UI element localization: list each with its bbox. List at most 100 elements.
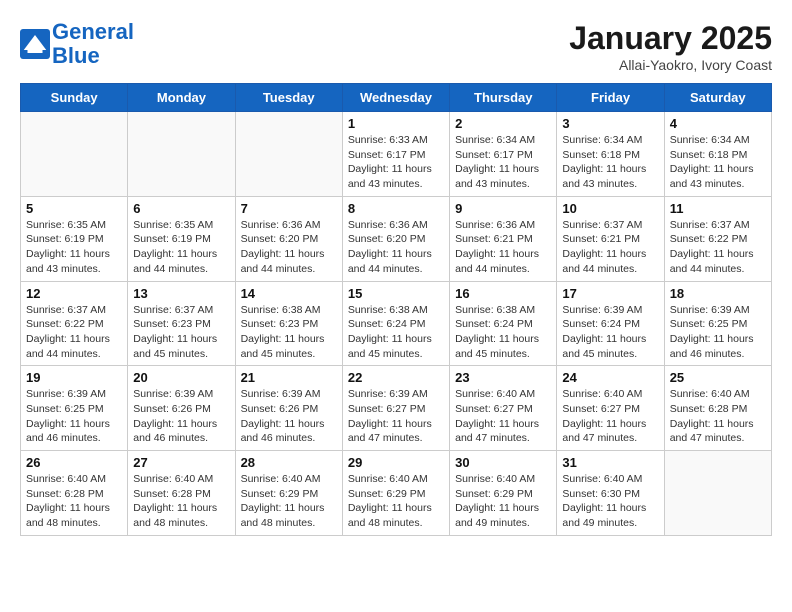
day-number: 8 [348, 201, 444, 216]
calendar-day [664, 451, 771, 536]
calendar-day: 11 Sunrise: 6:37 AM Sunset: 6:22 PM Dayli… [664, 196, 771, 281]
day-info: Sunrise: 6:35 AM Sunset: 6:19 PM Dayligh… [133, 218, 229, 277]
calendar-day: 12 Sunrise: 6:37 AM Sunset: 6:22 PM Dayli… [21, 281, 128, 366]
calendar-day: 5Sunrise: 6:35 AM Sunset: 6:19 PM Daylig… [21, 196, 128, 281]
logo-text: General Blue [52, 20, 134, 68]
day-info: Sunrise: 6:37 AM Sunset: 6:22 PM Dayligh… [670, 218, 766, 277]
day-number: 6 [133, 201, 229, 216]
page: General Blue January 2025 Allai-Yaokro, … [0, 0, 792, 546]
day-info: Sunrise: 6:36 AM Sunset: 6:20 PM Dayligh… [241, 218, 337, 277]
day-number: 15 [348, 286, 444, 301]
day-info: Sunrise: 6:40 AM Sunset: 6:29 PM Dayligh… [348, 472, 444, 531]
calendar-title: January 2025 [569, 20, 772, 57]
calendar-day: 19 Sunrise: 6:39 AM Sunset: 6:25 PM Dayli… [21, 366, 128, 451]
day-header: Thursday [450, 84, 557, 112]
day-info: Sunrise: 6:40 AM Sunset: 6:28 PM Dayligh… [133, 472, 229, 531]
day-number: 24 [562, 370, 658, 385]
day-info: Sunrise: 6:39 AM Sunset: 6:25 PM Dayligh… [26, 387, 122, 446]
calendar-day: 23 Sunrise: 6:40 AM Sunset: 6:27 PM Dayli… [450, 366, 557, 451]
logo: General Blue [20, 20, 134, 68]
day-info: Sunrise: 6:39 AM Sunset: 6:24 PM Dayligh… [562, 303, 658, 362]
day-number: 30 [455, 455, 551, 470]
day-number: 25 [670, 370, 766, 385]
day-number: 2 [455, 116, 551, 131]
day-info: Sunrise: 6:33 AM Sunset: 6:17 PM Dayligh… [348, 133, 444, 192]
day-number: 27 [133, 455, 229, 470]
calendar-day: 15 Sunrise: 6:38 AM Sunset: 6:24 PM Dayli… [342, 281, 449, 366]
day-info: Sunrise: 6:34 AM Sunset: 6:18 PM Dayligh… [562, 133, 658, 192]
calendar-day: 30Sunrise: 6:40 AM Sunset: 6:29 PM Dayli… [450, 451, 557, 536]
day-number: 14 [241, 286, 337, 301]
day-info: Sunrise: 6:40 AM Sunset: 6:27 PM Dayligh… [455, 387, 551, 446]
day-info: Sunrise: 6:37 AM Sunset: 6:21 PM Dayligh… [562, 218, 658, 277]
calendar-day: 3 Sunrise: 6:34 AM Sunset: 6:18 PM Daylig… [557, 112, 664, 197]
day-info: Sunrise: 6:40 AM Sunset: 6:28 PM Dayligh… [26, 472, 122, 531]
day-info: Sunrise: 6:40 AM Sunset: 6:29 PM Dayligh… [241, 472, 337, 531]
calendar-day: 26Sunrise: 6:40 AM Sunset: 6:28 PM Dayli… [21, 451, 128, 536]
day-info: Sunrise: 6:40 AM Sunset: 6:27 PM Dayligh… [562, 387, 658, 446]
day-header: Monday [128, 84, 235, 112]
calendar-day: 13 Sunrise: 6:37 AM Sunset: 6:23 PM Dayli… [128, 281, 235, 366]
day-info: Sunrise: 6:34 AM Sunset: 6:17 PM Dayligh… [455, 133, 551, 192]
calendar-day: 25 Sunrise: 6:40 AM Sunset: 6:28 PM Dayli… [664, 366, 771, 451]
calendar-day [128, 112, 235, 197]
calendar-day: 18Sunrise: 6:39 AM Sunset: 6:25 PM Dayli… [664, 281, 771, 366]
day-number: 11 [670, 201, 766, 216]
header: General Blue January 2025 Allai-Yaokro, … [20, 20, 772, 73]
calendar-day: 10Sunrise: 6:37 AM Sunset: 6:21 PM Dayli… [557, 196, 664, 281]
day-header: Wednesday [342, 84, 449, 112]
day-number: 31 [562, 455, 658, 470]
calendar-week: 26Sunrise: 6:40 AM Sunset: 6:28 PM Dayli… [21, 451, 772, 536]
day-info: Sunrise: 6:38 AM Sunset: 6:24 PM Dayligh… [455, 303, 551, 362]
calendar-day: 4Sunrise: 6:34 AM Sunset: 6:18 PM Daylig… [664, 112, 771, 197]
day-number: 13 [133, 286, 229, 301]
day-info: Sunrise: 6:38 AM Sunset: 6:23 PM Dayligh… [241, 303, 337, 362]
header-row: SundayMondayTuesdayWednesdayThursdayFrid… [21, 84, 772, 112]
calendar-table: SundayMondayTuesdayWednesdayThursdayFrid… [20, 83, 772, 536]
day-number: 28 [241, 455, 337, 470]
calendar-day [235, 112, 342, 197]
day-info: Sunrise: 6:36 AM Sunset: 6:20 PM Dayligh… [348, 218, 444, 277]
logo-line1: General [52, 19, 134, 44]
calendar-week: 1 Sunrise: 6:33 AM Sunset: 6:17 PM Daylig… [21, 112, 772, 197]
day-info: Sunrise: 6:38 AM Sunset: 6:24 PM Dayligh… [348, 303, 444, 362]
calendar-week: 19 Sunrise: 6:39 AM Sunset: 6:25 PM Dayli… [21, 366, 772, 451]
day-number: 9 [455, 201, 551, 216]
day-info: Sunrise: 6:40 AM Sunset: 6:30 PM Dayligh… [562, 472, 658, 531]
logo-line2: Blue [52, 43, 100, 68]
day-info: Sunrise: 6:39 AM Sunset: 6:26 PM Dayligh… [133, 387, 229, 446]
day-number: 7 [241, 201, 337, 216]
day-number: 4 [670, 116, 766, 131]
day-number: 29 [348, 455, 444, 470]
calendar-day: 2 Sunrise: 6:34 AM Sunset: 6:17 PM Daylig… [450, 112, 557, 197]
day-number: 19 [26, 370, 122, 385]
day-number: 23 [455, 370, 551, 385]
calendar-week: 12 Sunrise: 6:37 AM Sunset: 6:22 PM Dayli… [21, 281, 772, 366]
calendar-day: 16Sunrise: 6:38 AM Sunset: 6:24 PM Dayli… [450, 281, 557, 366]
calendar-subtitle: Allai-Yaokro, Ivory Coast [569, 57, 772, 73]
day-info: Sunrise: 6:39 AM Sunset: 6:27 PM Dayligh… [348, 387, 444, 446]
calendar-day: 9 Sunrise: 6:36 AM Sunset: 6:21 PM Daylig… [450, 196, 557, 281]
day-number: 21 [241, 370, 337, 385]
calendar-week: 5Sunrise: 6:35 AM Sunset: 6:19 PM Daylig… [21, 196, 772, 281]
day-number: 1 [348, 116, 444, 131]
day-info: Sunrise: 6:39 AM Sunset: 6:26 PM Dayligh… [241, 387, 337, 446]
day-info: Sunrise: 6:36 AM Sunset: 6:21 PM Dayligh… [455, 218, 551, 277]
day-info: Sunrise: 6:39 AM Sunset: 6:25 PM Dayligh… [670, 303, 766, 362]
day-info: Sunrise: 6:37 AM Sunset: 6:23 PM Dayligh… [133, 303, 229, 362]
day-info: Sunrise: 6:40 AM Sunset: 6:28 PM Dayligh… [670, 387, 766, 446]
day-info: Sunrise: 6:37 AM Sunset: 6:22 PM Dayligh… [26, 303, 122, 362]
calendar-day: 14 Sunrise: 6:38 AM Sunset: 6:23 PM Dayli… [235, 281, 342, 366]
calendar-day: 8 Sunrise: 6:36 AM Sunset: 6:20 PM Daylig… [342, 196, 449, 281]
calendar-day: 29 Sunrise: 6:40 AM Sunset: 6:29 PM Dayli… [342, 451, 449, 536]
day-number: 3 [562, 116, 658, 131]
day-number: 12 [26, 286, 122, 301]
day-number: 17 [562, 286, 658, 301]
calendar-day: 31 Sunrise: 6:40 AM Sunset: 6:30 PM Dayli… [557, 451, 664, 536]
day-number: 20 [133, 370, 229, 385]
calendar-day: 1 Sunrise: 6:33 AM Sunset: 6:17 PM Daylig… [342, 112, 449, 197]
calendar-day: 27 Sunrise: 6:40 AM Sunset: 6:28 PM Dayli… [128, 451, 235, 536]
day-header: Sunday [21, 84, 128, 112]
calendar-day [21, 112, 128, 197]
day-info: Sunrise: 6:35 AM Sunset: 6:19 PM Dayligh… [26, 218, 122, 277]
